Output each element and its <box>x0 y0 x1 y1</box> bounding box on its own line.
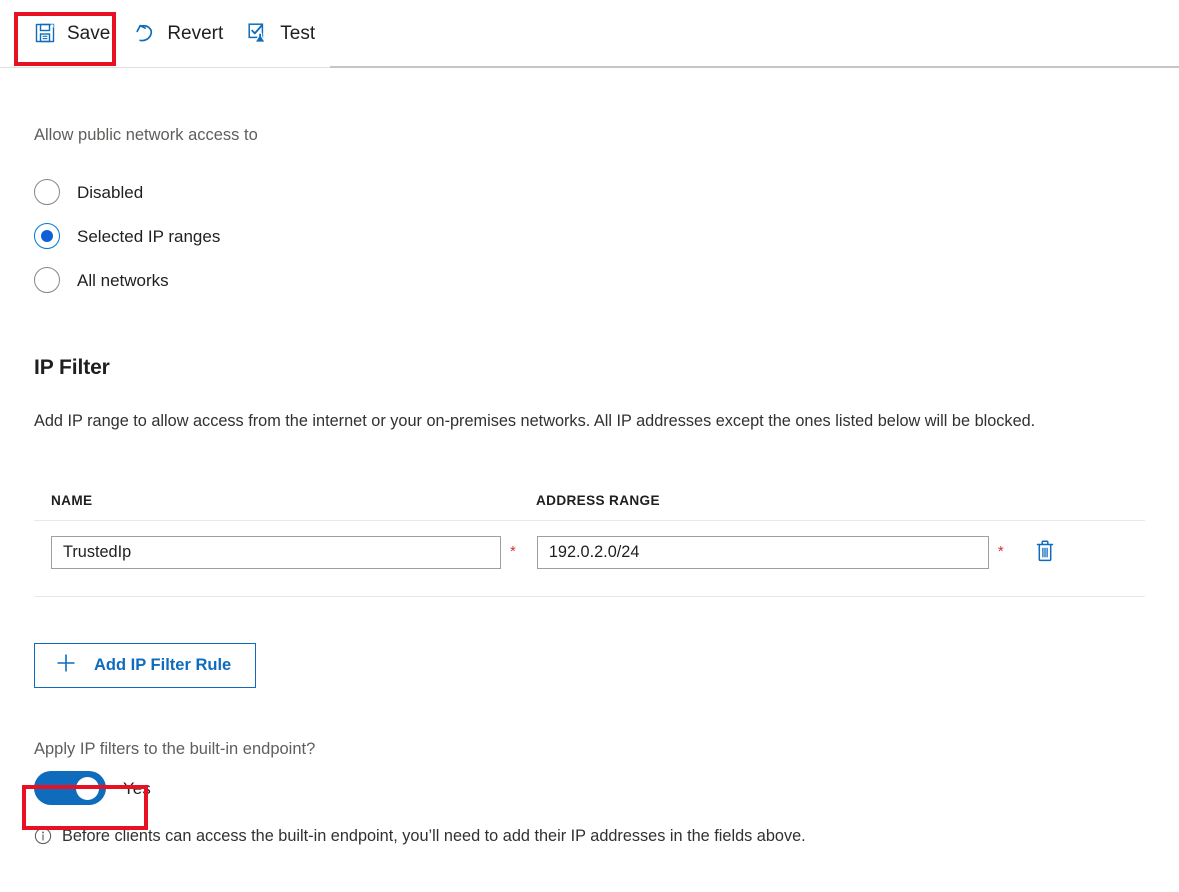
ip-filter-table: NAME ADDRESS RANGE * * <box>34 482 1145 597</box>
builtin-endpoint-label: Apply IP filters to the built-in endpoin… <box>34 739 1145 760</box>
column-header-address-range: ADDRESS RANGE <box>536 493 1001 508</box>
cell-name: * <box>51 536 516 569</box>
save-icon <box>34 22 56 44</box>
test-button[interactable]: Test <box>237 16 329 50</box>
builtin-endpoint-toggle[interactable]: Yes <box>34 771 151 805</box>
ip-filter-description: Add IP range to allow access from the in… <box>34 411 1145 432</box>
public-network-access-label: Allow public network access to <box>34 125 1145 146</box>
toolbar-divider-strong <box>330 66 1179 68</box>
table-row: * * <box>34 521 1145 584</box>
radio-label-selected-ip-ranges: Selected IP ranges <box>77 228 220 245</box>
save-button[interactable]: Save <box>24 16 124 50</box>
settings-content: Allow public network access to Disabled … <box>0 125 1179 846</box>
radio-option-disabled[interactable]: Disabled <box>34 170 143 214</box>
radio-mark-all-networks <box>34 267 60 293</box>
toggle-state-label: Yes <box>123 780 151 797</box>
ip-rule-address-range-input[interactable] <box>537 536 989 569</box>
test-button-label: Test <box>280 24 315 43</box>
radio-mark-disabled <box>34 179 60 205</box>
command-toolbar: Save Revert Test <box>0 0 1179 68</box>
toggle-thumb <box>76 777 99 800</box>
toolbar-button-group: Save Revert Test <box>0 0 1179 66</box>
address-range-required-indicator: * <box>998 544 1004 559</box>
revert-button[interactable]: Revert <box>124 16 237 50</box>
trash-icon <box>1033 538 1057 567</box>
builtin-endpoint-info: Before clients can access the built-in e… <box>34 826 1145 846</box>
radio-mark-selected-ip-ranges <box>34 223 60 249</box>
add-ip-filter-rule-button[interactable]: Add IP Filter Rule <box>34 643 256 688</box>
radio-option-all-networks[interactable]: All networks <box>34 258 169 302</box>
cell-address-range: * <box>537 536 1004 569</box>
revert-icon <box>134 22 156 44</box>
name-required-indicator: * <box>510 544 516 559</box>
table-row-divider <box>34 596 1145 597</box>
column-header-name: NAME <box>51 493 536 508</box>
delete-rule-button[interactable] <box>1030 537 1060 567</box>
toolbar-divider <box>0 67 330 68</box>
ip-filter-table-header: NAME ADDRESS RANGE <box>34 482 1145 508</box>
add-ip-filter-rule-label: Add IP Filter Rule <box>94 656 231 675</box>
plus-icon <box>55 652 77 679</box>
builtin-endpoint-info-text: Before clients can access the built-in e… <box>62 826 806 846</box>
info-icon <box>34 827 52 845</box>
radio-label-all-networks: All networks <box>77 272 169 289</box>
public-network-access-radio-group: Disabled Selected IP ranges All networks <box>34 170 1145 302</box>
ip-filter-section-title: IP Filter <box>34 356 1145 380</box>
radio-label-disabled: Disabled <box>77 184 143 201</box>
revert-button-label: Revert <box>167 24 223 43</box>
radio-option-selected-ip-ranges[interactable]: Selected IP ranges <box>34 214 220 258</box>
test-icon <box>247 22 269 44</box>
save-button-label: Save <box>67 24 110 43</box>
ip-rule-name-input[interactable] <box>51 536 501 569</box>
toggle-track <box>34 771 106 805</box>
